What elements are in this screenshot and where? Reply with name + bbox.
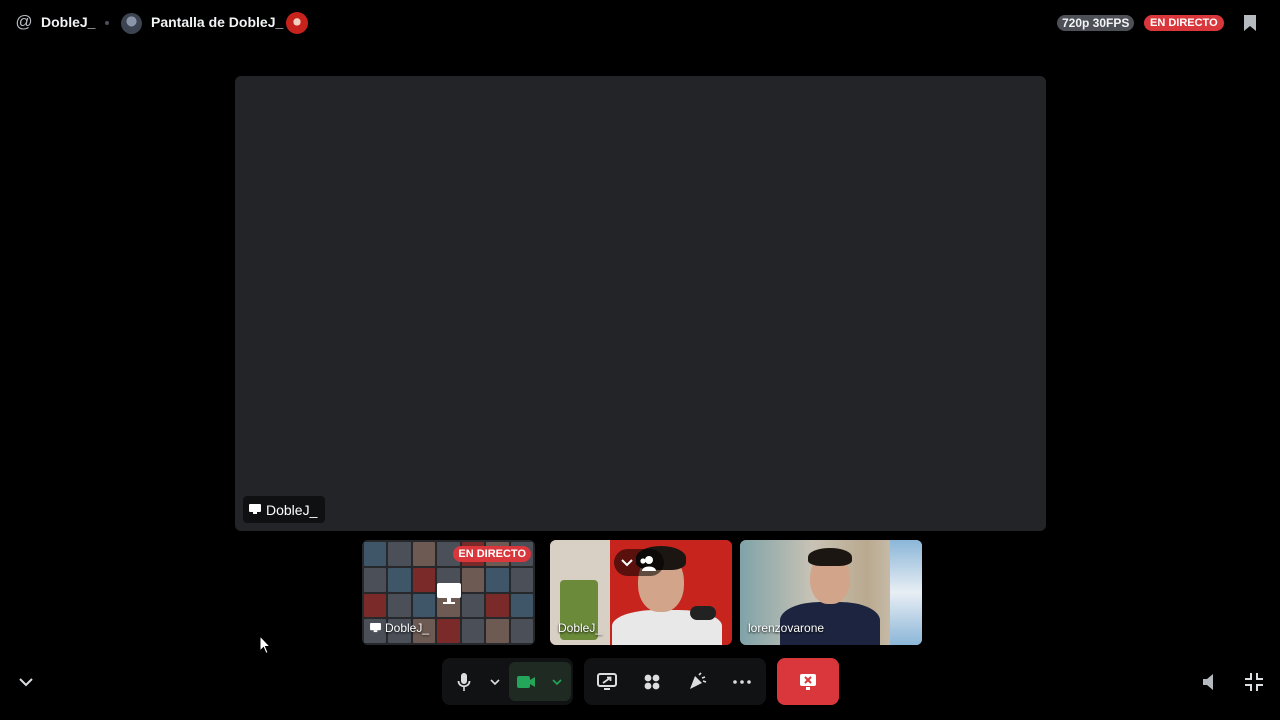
background-poster xyxy=(890,540,922,645)
stream-title: Pantalla de DobleJ_ xyxy=(151,14,284,30)
chevron-down-icon xyxy=(552,678,562,685)
tile-name-label: DobleJ_ xyxy=(558,621,602,635)
microphone-prop xyxy=(690,606,716,620)
disconnect-icon xyxy=(800,673,816,690)
microphone-options-button[interactable] xyxy=(484,662,506,702)
camera-button[interactable] xyxy=(506,662,546,702)
streamer-avatar[interactable] xyxy=(286,12,308,34)
participant-tile-camera[interactable]: lorenzovarone xyxy=(740,540,922,645)
separator-dot xyxy=(105,21,109,25)
screen-icon xyxy=(249,504,261,514)
channel-user-name[interactable]: DobleJ_ xyxy=(41,14,95,30)
chevron-down-icon xyxy=(490,678,500,685)
stream-quality-badge: 720p 30FPS xyxy=(1057,15,1135,31)
more-icon xyxy=(733,679,751,684)
voice-controls xyxy=(442,658,573,705)
person-hair xyxy=(808,548,852,566)
tile-user-name: lorenzovarone xyxy=(748,621,825,635)
camera-icon xyxy=(517,675,535,688)
screen-share-icon xyxy=(597,672,617,690)
stage-user-name: DobleJ_ xyxy=(266,501,318,518)
tile-user-name: DobleJ_ xyxy=(385,621,430,635)
share-screen-button[interactable] xyxy=(587,662,627,702)
main-stream-stage[interactable] xyxy=(235,76,1046,531)
at-icon: @ xyxy=(15,12,33,31)
screen-icon xyxy=(370,623,381,633)
live-badge: EN DIRECTO xyxy=(1144,15,1224,31)
exit-fullscreen-icon[interactable] xyxy=(1243,671,1265,693)
tile-name-label: lorenzovarone xyxy=(748,621,824,635)
screen-share-icon xyxy=(437,583,461,604)
chevron-down-icon[interactable] xyxy=(621,558,633,567)
microphone-icon xyxy=(457,672,471,691)
mouse-cursor-icon xyxy=(259,635,271,655)
activities-button[interactable] xyxy=(632,662,672,702)
camera-options-button[interactable] xyxy=(546,662,568,702)
soundboard-icon xyxy=(690,671,707,689)
microphone-button[interactable] xyxy=(444,662,484,702)
participants-icon[interactable] xyxy=(639,555,657,571)
activities-icon xyxy=(644,674,660,689)
bookmark-icon[interactable] xyxy=(1242,14,1258,32)
activity-controls xyxy=(584,658,766,705)
disconnect-button[interactable] xyxy=(777,658,839,705)
top-bar: @ DobleJ_ Pantalla de DobleJ_ 720p 30FPS… xyxy=(0,0,1280,46)
chevron-down-icon[interactable] xyxy=(16,672,36,692)
tile-user-name: DobleJ_ xyxy=(558,621,603,635)
avatar[interactable] xyxy=(121,13,142,34)
participant-tile-screen[interactable]: EN DIRECTO DobleJ_ xyxy=(362,540,535,645)
tile-name-label: DobleJ_ xyxy=(370,621,429,635)
soundboard-button[interactable] xyxy=(677,662,717,702)
participant-tile-camera[interactable]: DobleJ_ xyxy=(550,540,732,645)
volume-icon[interactable] xyxy=(1200,671,1222,693)
more-options-button[interactable] xyxy=(722,662,762,702)
stage-name-label: DobleJ_ xyxy=(243,496,326,523)
tile-overlay-controls[interactable] xyxy=(614,549,664,576)
tile-live-badge: EN DIRECTO xyxy=(453,546,531,562)
